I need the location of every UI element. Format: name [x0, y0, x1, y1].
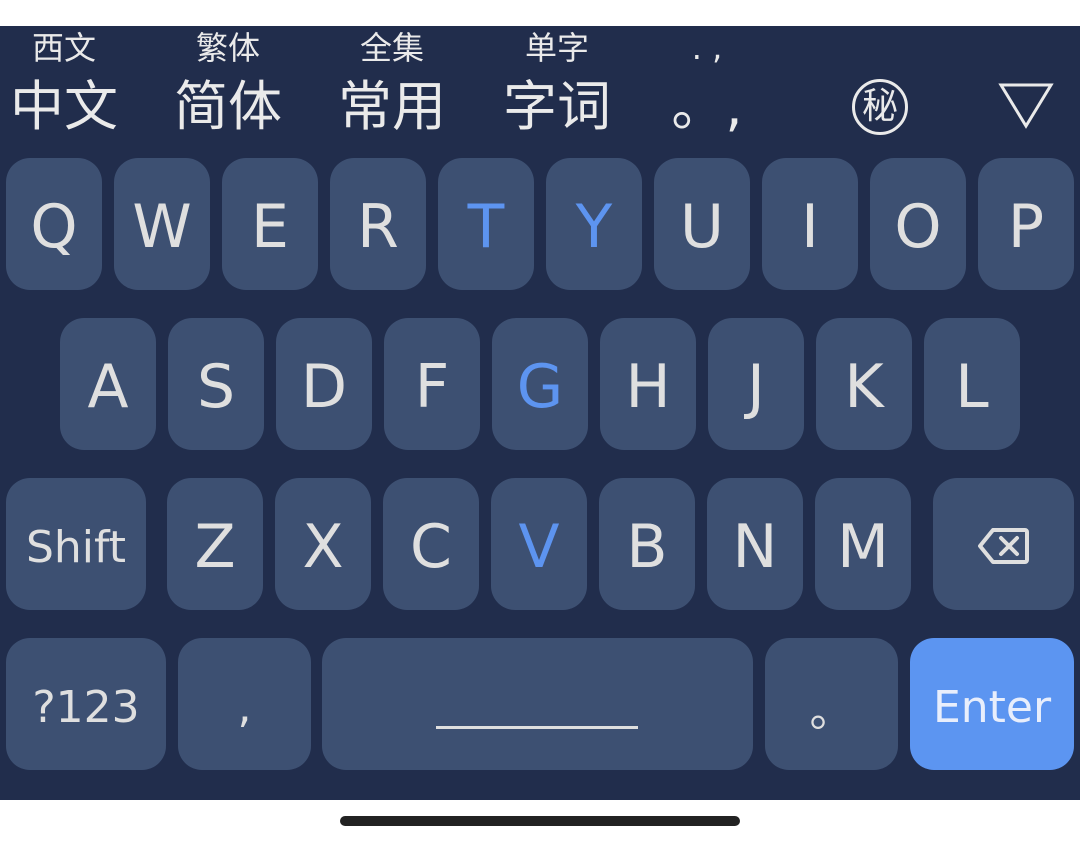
key-label: F: [414, 352, 450, 422]
key-label: B: [626, 512, 668, 582]
key-f[interactable]: F: [384, 318, 480, 450]
key-label: X: [302, 512, 344, 582]
comma-key[interactable]: ,: [178, 638, 311, 770]
key-label: A: [87, 352, 129, 422]
key-label: ?123: [32, 681, 140, 733]
toolbar-secondary-label: . ,: [691, 29, 723, 67]
toolbar-primary-label: 。,: [671, 75, 743, 138]
key-label: Q: [30, 192, 78, 262]
key-a[interactable]: A: [60, 318, 156, 450]
key-label: H: [625, 352, 671, 422]
toolbar-secondary-label: 全集: [359, 29, 424, 67]
toolbar-toggle-word-mode[interactable]: 单字 字词: [499, 26, 615, 156]
key-y[interactable]: Y: [546, 158, 642, 290]
enter-key[interactable]: Enter: [910, 638, 1074, 770]
key-m[interactable]: M: [815, 478, 911, 610]
shift-key[interactable]: Shift: [6, 478, 146, 610]
period-key[interactable]: 。: [765, 638, 898, 770]
key-label: V: [518, 512, 560, 582]
key-q[interactable]: Q: [6, 158, 102, 290]
key-label: P: [1007, 192, 1045, 262]
toolbar-toggle-language[interactable]: 西文 中文: [6, 26, 122, 156]
secret-mode-label: 秘: [861, 86, 898, 127]
key-t[interactable]: T: [438, 158, 534, 290]
key-label: Enter: [932, 681, 1052, 733]
triangle-down-icon-glyph: [998, 83, 1054, 129]
key-label: S: [196, 352, 236, 422]
toolbar-secondary-label: 西文: [31, 29, 96, 67]
key-label: C: [410, 512, 452, 582]
key-label: O: [894, 192, 942, 262]
backspace-icon: [978, 528, 1029, 564]
space-bar-icon: [436, 726, 638, 729]
toolbar-secondary-label: 单字: [524, 29, 589, 67]
key-label: G: [516, 352, 564, 422]
toolbar-toggle-script[interactable]: 繁体 简体: [170, 26, 286, 156]
key-label: Y: [575, 192, 613, 262]
key-label: 。: [809, 686, 854, 737]
toolbar-toggle-charset[interactable]: 全集 常用: [334, 26, 450, 156]
toolbar-toggle-punctuation[interactable]: . , 。,: [652, 26, 762, 156]
toolbar-secondary-label: 繁体: [195, 29, 260, 67]
key-label: W: [132, 192, 192, 262]
key-label: Shift: [25, 521, 126, 573]
key-label: ,: [237, 681, 252, 733]
key-c[interactable]: C: [383, 478, 479, 610]
key-j[interactable]: J: [708, 318, 804, 450]
numbers-key[interactable]: ?123: [6, 638, 166, 770]
key-label: T: [467, 192, 505, 262]
key-z[interactable]: Z: [167, 478, 263, 610]
key-label: L: [955, 352, 989, 422]
key-b[interactable]: B: [599, 478, 695, 610]
key-l[interactable]: L: [924, 318, 1020, 450]
key-s[interactable]: S: [168, 318, 264, 450]
key-label: J: [747, 352, 765, 422]
backspace-key[interactable]: [933, 478, 1074, 610]
key-u[interactable]: U: [654, 158, 750, 290]
key-label: R: [357, 192, 399, 262]
key-label: E: [251, 192, 289, 262]
toolbar-primary-label: 中文: [10, 75, 118, 138]
key-label: M: [837, 512, 889, 582]
key-x[interactable]: X: [275, 478, 371, 610]
key-h[interactable]: H: [600, 318, 696, 450]
triangle-down-icon[interactable]: [998, 82, 1054, 130]
secret-mode-icon[interactable]: 秘: [852, 79, 908, 135]
key-label: Z: [194, 512, 236, 582]
key-label: N: [732, 512, 778, 582]
key-k[interactable]: K: [816, 318, 912, 450]
key-g[interactable]: G: [492, 318, 588, 450]
toolbar-primary-label: 字词: [503, 75, 611, 138]
key-label: I: [801, 192, 819, 262]
key-d[interactable]: D: [276, 318, 372, 450]
key-i[interactable]: I: [762, 158, 858, 290]
key-r[interactable]: R: [330, 158, 426, 290]
key-label: D: [300, 352, 348, 422]
key-v[interactable]: V: [491, 478, 587, 610]
key-label: K: [844, 352, 884, 422]
key-n[interactable]: N: [707, 478, 803, 610]
key-e[interactable]: E: [222, 158, 318, 290]
key-p[interactable]: P: [978, 158, 1074, 290]
space-key[interactable]: [322, 638, 753, 770]
key-label: U: [680, 192, 724, 262]
key-o[interactable]: O: [870, 158, 966, 290]
toolbar-primary-label: 常用: [338, 75, 446, 138]
keyboard: 西文 中文 繁体 简体 全集 常用 单字 字词 . , 。, 秘 Q W E R…: [0, 26, 1080, 800]
toolbar-primary-label: 简体: [174, 75, 282, 138]
home-indicator[interactable]: [340, 816, 740, 826]
key-w[interactable]: W: [114, 158, 210, 290]
